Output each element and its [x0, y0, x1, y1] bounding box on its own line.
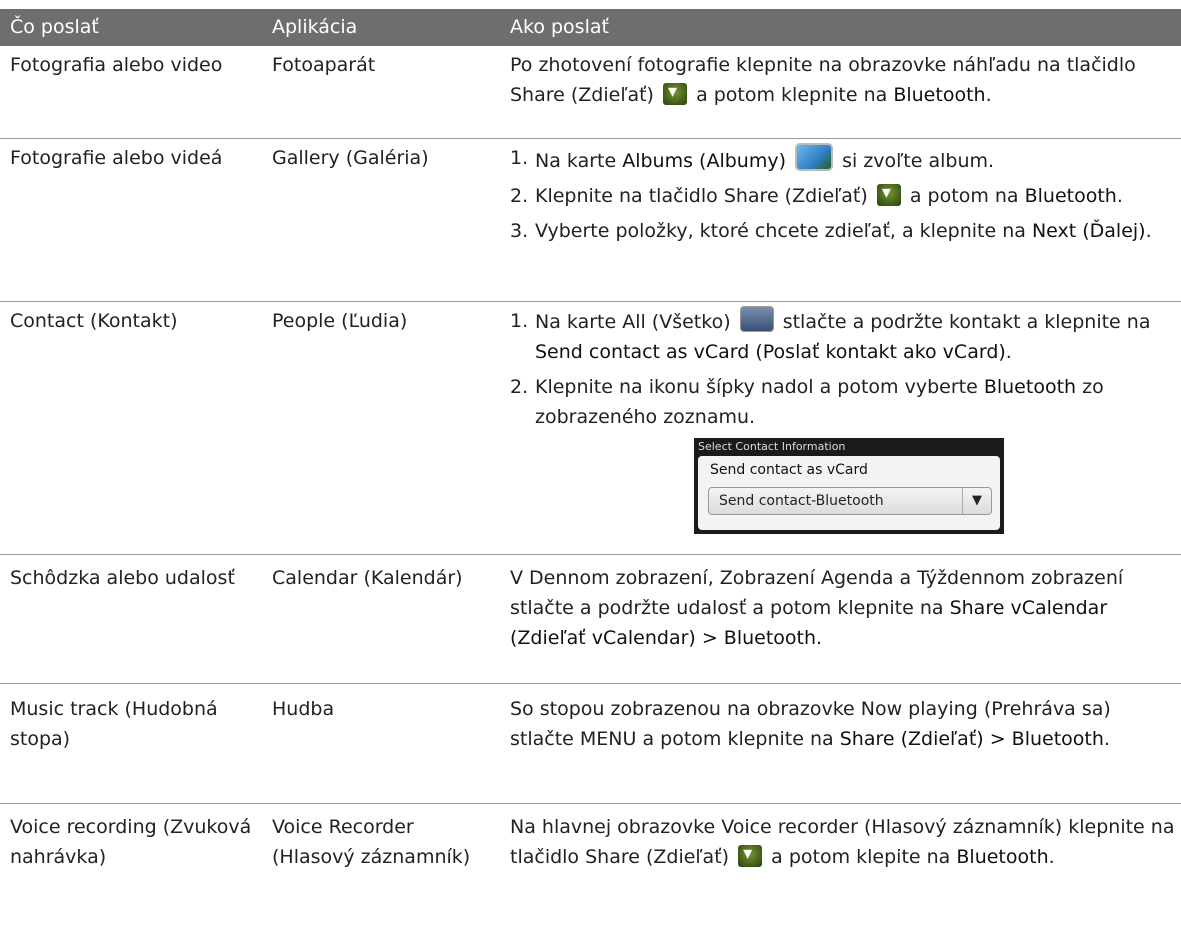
step-number: 2. — [510, 376, 529, 398]
step-text: Vyberte položky, ktoré chcete zdieľať, a… — [535, 220, 1026, 242]
step-text: Na karte — [535, 150, 617, 172]
dialog-label: Send contact as vCard — [710, 462, 868, 478]
step-text: si zvoľte album. — [842, 150, 995, 172]
step-emphasis: Send contact as vCard (Poslať kontakt ak… — [535, 341, 1006, 363]
table-row: Fotografie alebo videá Gallery (Galéria)… — [0, 139, 1181, 302]
dialog-title: Select Contact Information — [698, 440, 846, 453]
step-emphasis: Bluetooth — [1024, 185, 1117, 207]
step-text: . — [1116, 185, 1123, 207]
select-contact-screenshot: Select Contact Information Send contact … — [694, 438, 1004, 534]
step-text: Klepnite na ikonu šípky nadol a potom vy… — [535, 376, 978, 398]
table-row: Fotografia alebo video Fotoaparát Po zho… — [0, 46, 1181, 139]
header-what: Čo poslať — [10, 16, 99, 38]
row-app: Calendar (Kalendár) — [272, 567, 463, 589]
send-method-select[interactable]: Send contact-Bluetooth ▼ — [708, 487, 992, 515]
send-methods-table: Čo poslať Aplikácia Ako poslať Fotografi… — [0, 9, 1181, 944]
header-app: Aplikácia — [272, 16, 358, 38]
step-item: 2. Klepnite na ikonu šípky nadol a potom… — [510, 372, 1175, 432]
row-how: Na hlavnej obrazovke Voice recorder (Hla… — [500, 812, 1181, 944]
dialog-panel: Send contact as vCard Send contact-Bluet… — [698, 456, 1000, 530]
row-what: Voice recording (Zvuková nahrávka) — [10, 816, 252, 868]
row-what: Music track (Hudobná stopa) — [10, 698, 218, 750]
step-emphasis: Bluetooth — [983, 376, 1077, 398]
step-text: . — [1145, 220, 1152, 242]
steps-list: 1. Na karte Albums (Albumy) si zvoľte al… — [510, 143, 1175, 246]
step-emphasis: Next (Ďalej) — [1031, 220, 1146, 242]
steps-list: 1. Na karte All (Všetko) stlačte a podrž… — [510, 306, 1175, 432]
share-icon — [663, 77, 688, 107]
step-item: 3. Vyberte položky, ktoré chcete zdieľať… — [510, 216, 1175, 246]
table-row: Contact (Kontakt) People (Ľudia) 1. Na k… — [0, 302, 1181, 555]
step-text: Na karte All (Všetko) — [535, 311, 731, 333]
step-text: . — [1005, 341, 1012, 363]
how-text: . — [1048, 846, 1055, 868]
step-item: 1. Na karte Albums (Albumy) si zvoľte al… — [510, 143, 1175, 176]
how-emphasis: Share (Zdieľať) > Bluetooth — [839, 728, 1104, 750]
share-icon — [738, 839, 763, 869]
row-what: Fotografia alebo video — [10, 54, 223, 76]
row-app: Voice Recorder (Hlasový záznamník) — [272, 816, 471, 868]
row-what: Schôdzka alebo udalosť — [10, 567, 235, 589]
step-number: 2. — [510, 185, 529, 207]
share-icon — [876, 178, 901, 208]
step-text: a potom na — [909, 185, 1019, 207]
how-emphasis: Bluetooth — [893, 84, 986, 106]
row-how: Po zhotovení fotografie klepnite na obra… — [500, 50, 1181, 138]
table-header: Čo poslať Aplikácia Ako poslať — [0, 9, 1181, 46]
chevron-down-icon[interactable]: ▼ — [962, 488, 991, 514]
how-text: . — [1103, 728, 1110, 750]
row-app: Hudba — [272, 698, 335, 720]
step-emphasis: Albums (Albumy) — [622, 150, 787, 172]
row-what: Fotografie alebo videá — [10, 147, 223, 169]
how-text: . — [985, 84, 992, 106]
step-item: 2. Klepnite na tlačidlo Share (Zdieľať) … — [510, 178, 1175, 211]
how-text: . — [816, 627, 823, 649]
row-app: People (Ľudia) — [272, 310, 408, 332]
table-row: Voice recording (Zvuková nahrávka) Voice… — [0, 804, 1181, 944]
albums-tab-icon — [795, 143, 834, 171]
table-row: Schôdzka alebo udalosť Calendar (Kalendá… — [0, 555, 1181, 684]
step-text: Klepnite na tlačidlo Share (Zdieľať) — [535, 185, 868, 207]
row-how: 1. Na karte All (Všetko) stlačte a podrž… — [500, 306, 1181, 554]
how-emphasis: Bluetooth — [956, 846, 1049, 868]
step-text: stlačte a podržte kontakt a klepnite na — [782, 311, 1151, 333]
step-number: 1. — [510, 310, 529, 332]
row-app: Fotoaparát — [272, 54, 376, 76]
step-item: 1. Na karte All (Všetko) stlačte a podrž… — [510, 306, 1175, 367]
row-what: Contact (Kontakt) — [10, 310, 178, 332]
row-how: 1. Na karte Albums (Albumy) si zvoľte al… — [500, 143, 1181, 301]
row-how: V Dennom zobrazení, Zobrazení Agenda a T… — [500, 563, 1181, 683]
header-how: Ako poslať — [510, 16, 609, 38]
step-number: 3. — [510, 220, 529, 242]
table-row: Music track (Hudobná stopa) Hudba So sto… — [0, 684, 1181, 804]
select-value: Send contact-Bluetooth — [719, 493, 884, 509]
how-text: a potom klepnite na — [696, 84, 888, 106]
step-number: 1. — [510, 147, 529, 169]
all-contacts-tab-icon — [739, 306, 774, 332]
row-how: So stopou zobrazenou na obrazovke Now pl… — [500, 694, 1181, 803]
how-text: a potom klepite na — [771, 846, 951, 868]
row-app: Gallery (Galéria) — [272, 147, 429, 169]
